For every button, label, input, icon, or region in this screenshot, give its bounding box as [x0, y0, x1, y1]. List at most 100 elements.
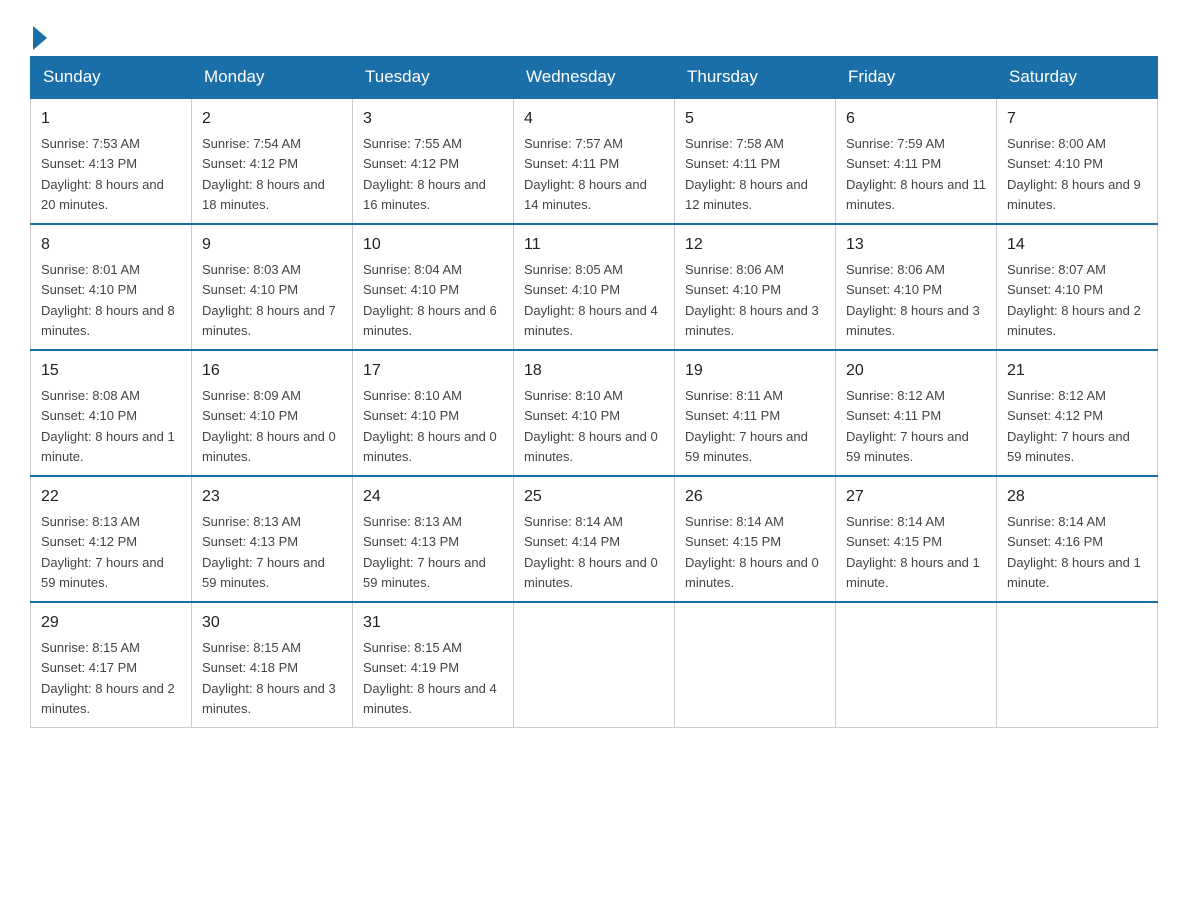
day-number: 16 [202, 359, 342, 383]
day-number: 11 [524, 233, 664, 257]
calendar-day-31: 31 Sunrise: 8:15 AMSunset: 4:19 PMDayligh… [353, 602, 514, 728]
calendar-day-17: 17Sunrise: 8:10 AMSunset: 4:10 PMDayligh… [353, 350, 514, 476]
calendar-day-9: 9 Sunrise: 8:03 AMSunset: 4:10 PMDaylight… [192, 224, 353, 350]
day-info: Sunrise: 8:14 AMSunset: 4:15 PMDaylight:… [685, 514, 819, 590]
calendar-day-5: 5 Sunrise: 7:58 AMSunset: 4:11 PMDaylight… [675, 98, 836, 224]
calendar-day-16: 16 Sunrise: 8:09 AMSunset: 4:10 PMDayligh… [192, 350, 353, 476]
calendar-day-empty [997, 602, 1158, 728]
day-info: Sunrise: 8:09 AMSunset: 4:10 PMDaylight:… [202, 388, 336, 464]
day-info: Sunrise: 8:01 AMSunset: 4:10 PMDaylight:… [41, 262, 175, 338]
day-number: 18 [524, 359, 664, 383]
calendar-day-8: 8 Sunrise: 8:01 AMSunset: 4:10 PMDaylight… [31, 224, 192, 350]
day-info: Sunrise: 8:15 AMSunset: 4:19 PMDaylight:… [363, 640, 497, 716]
day-number: 30 [202, 611, 342, 635]
page-header [30, 20, 1158, 46]
day-info: Sunrise: 8:03 AMSunset: 4:10 PMDaylight:… [202, 262, 336, 338]
day-info: Sunrise: 8:11 AMSunset: 4:11 PMDaylight:… [685, 388, 808, 464]
day-number: 23 [202, 485, 342, 509]
day-number: 31 [363, 611, 503, 635]
day-header-friday: Friday [836, 57, 997, 99]
day-number: 5 [685, 107, 825, 131]
calendar-day-empty [675, 602, 836, 728]
day-number: 27 [846, 485, 986, 509]
calendar-day-20: 20 Sunrise: 8:12 AMSunset: 4:11 PMDayligh… [836, 350, 997, 476]
day-number: 26 [685, 485, 825, 509]
day-info: Sunrise: 8:13 AMSunset: 4:13 PMDaylight:… [202, 514, 325, 590]
day-number: 29 [41, 611, 181, 635]
day-number: 21 [1007, 359, 1147, 383]
day-info: Sunrise: 7:59 AMSunset: 4:11 PMDaylight:… [846, 136, 986, 212]
day-number: 28 [1007, 485, 1147, 509]
day-number: 8 [41, 233, 181, 257]
logo-arrow-icon [33, 26, 47, 50]
calendar-day-14: 14 Sunrise: 8:07 AMSunset: 4:10 PMDayligh… [997, 224, 1158, 350]
day-info: Sunrise: 7:58 AMSunset: 4:11 PMDaylight:… [685, 136, 808, 212]
day-info: Sunrise: 8:06 AMSunset: 4:10 PMDaylight:… [846, 262, 980, 338]
day-info: Sunrise: 7:53 AMSunset: 4:13 PMDaylight:… [41, 136, 164, 212]
day-number: 19 [685, 359, 825, 383]
calendar-day-15: 15 Sunrise: 8:08 AMSunset: 4:10 PMDayligh… [31, 350, 192, 476]
day-number: 24 [363, 485, 503, 509]
day-number: 22 [41, 485, 181, 509]
calendar-day-11: 11Sunrise: 8:05 AMSunset: 4:10 PMDayligh… [514, 224, 675, 350]
calendar-day-22: 22 Sunrise: 8:13 AMSunset: 4:12 PMDayligh… [31, 476, 192, 602]
day-number: 20 [846, 359, 986, 383]
day-number: 10 [363, 233, 503, 257]
day-info: Sunrise: 7:55 AMSunset: 4:12 PMDaylight:… [363, 136, 486, 212]
calendar-day-25: 25Sunrise: 8:14 AMSunset: 4:14 PMDayligh… [514, 476, 675, 602]
calendar-day-19: 19 Sunrise: 8:11 AMSunset: 4:11 PMDayligh… [675, 350, 836, 476]
calendar-table: SundayMondayTuesdayWednesdayThursdayFrid… [30, 56, 1158, 728]
calendar-week-row: 29 Sunrise: 8:15 AMSunset: 4:17 PMDayligh… [31, 602, 1158, 728]
day-header-thursday: Thursday [675, 57, 836, 99]
day-info: Sunrise: 8:12 AMSunset: 4:11 PMDaylight:… [846, 388, 969, 464]
calendar-week-row: 22 Sunrise: 8:13 AMSunset: 4:12 PMDayligh… [31, 476, 1158, 602]
day-number: 12 [685, 233, 825, 257]
calendar-header-row: SundayMondayTuesdayWednesdayThursdayFrid… [31, 57, 1158, 99]
day-info: Sunrise: 7:54 AMSunset: 4:12 PMDaylight:… [202, 136, 325, 212]
day-info: Sunrise: 8:07 AMSunset: 4:10 PMDaylight:… [1007, 262, 1141, 338]
calendar-day-27: 27 Sunrise: 8:14 AMSunset: 4:15 PMDayligh… [836, 476, 997, 602]
calendar-day-1: 1 Sunrise: 7:53 AMSunset: 4:13 PMDaylight… [31, 98, 192, 224]
calendar-day-12: 12 Sunrise: 8:06 AMSunset: 4:10 PMDayligh… [675, 224, 836, 350]
calendar-day-3: 3 Sunrise: 7:55 AMSunset: 4:12 PMDaylight… [353, 98, 514, 224]
day-number: 13 [846, 233, 986, 257]
day-header-wednesday: Wednesday [514, 57, 675, 99]
day-info: Sunrise: 8:06 AMSunset: 4:10 PMDaylight:… [685, 262, 819, 338]
day-number: 4 [524, 107, 664, 131]
day-number: 6 [846, 107, 986, 131]
calendar-week-row: 8 Sunrise: 8:01 AMSunset: 4:10 PMDaylight… [31, 224, 1158, 350]
day-info: Sunrise: 8:12 AMSunset: 4:12 PMDaylight:… [1007, 388, 1130, 464]
calendar-day-29: 29 Sunrise: 8:15 AMSunset: 4:17 PMDayligh… [31, 602, 192, 728]
day-info: Sunrise: 8:14 AMSunset: 4:16 PMDaylight:… [1007, 514, 1141, 590]
day-info: Sunrise: 8:10 AMSunset: 4:10 PMDaylight:… [524, 388, 658, 464]
day-number: 25 [524, 485, 664, 509]
calendar-week-row: 15 Sunrise: 8:08 AMSunset: 4:10 PMDayligh… [31, 350, 1158, 476]
day-number: 7 [1007, 107, 1147, 131]
calendar-day-7: 7 Sunrise: 8:00 AMSunset: 4:10 PMDaylight… [997, 98, 1158, 224]
calendar-day-24: 24 Sunrise: 8:13 AMSunset: 4:13 PMDayligh… [353, 476, 514, 602]
day-number: 3 [363, 107, 503, 131]
day-info: Sunrise: 7:57 AMSunset: 4:11 PMDaylight:… [524, 136, 647, 212]
day-info: Sunrise: 8:04 AMSunset: 4:10 PMDaylight:… [363, 262, 497, 338]
calendar-day-21: 21 Sunrise: 8:12 AMSunset: 4:12 PMDayligh… [997, 350, 1158, 476]
logo [30, 20, 47, 46]
calendar-day-6: 6 Sunrise: 7:59 AMSunset: 4:11 PMDaylight… [836, 98, 997, 224]
day-info: Sunrise: 8:15 AMSunset: 4:18 PMDaylight:… [202, 640, 336, 716]
day-number: 1 [41, 107, 181, 131]
day-info: Sunrise: 8:13 AMSunset: 4:12 PMDaylight:… [41, 514, 164, 590]
day-info: Sunrise: 8:14 AMSunset: 4:15 PMDaylight:… [846, 514, 980, 590]
calendar-day-empty [514, 602, 675, 728]
day-info: Sunrise: 8:13 AMSunset: 4:13 PMDaylight:… [363, 514, 486, 590]
calendar-day-empty [836, 602, 997, 728]
day-info: Sunrise: 8:15 AMSunset: 4:17 PMDaylight:… [41, 640, 175, 716]
day-info: Sunrise: 8:08 AMSunset: 4:10 PMDaylight:… [41, 388, 175, 464]
day-number: 14 [1007, 233, 1147, 257]
day-info: Sunrise: 8:00 AMSunset: 4:10 PMDaylight:… [1007, 136, 1141, 212]
calendar-day-4: 4 Sunrise: 7:57 AMSunset: 4:11 PMDaylight… [514, 98, 675, 224]
calendar-week-row: 1 Sunrise: 7:53 AMSunset: 4:13 PMDaylight… [31, 98, 1158, 224]
calendar-day-30: 30 Sunrise: 8:15 AMSunset: 4:18 PMDayligh… [192, 602, 353, 728]
day-number: 15 [41, 359, 181, 383]
day-number: 9 [202, 233, 342, 257]
day-header-sunday: Sunday [31, 57, 192, 99]
day-header-saturday: Saturday [997, 57, 1158, 99]
